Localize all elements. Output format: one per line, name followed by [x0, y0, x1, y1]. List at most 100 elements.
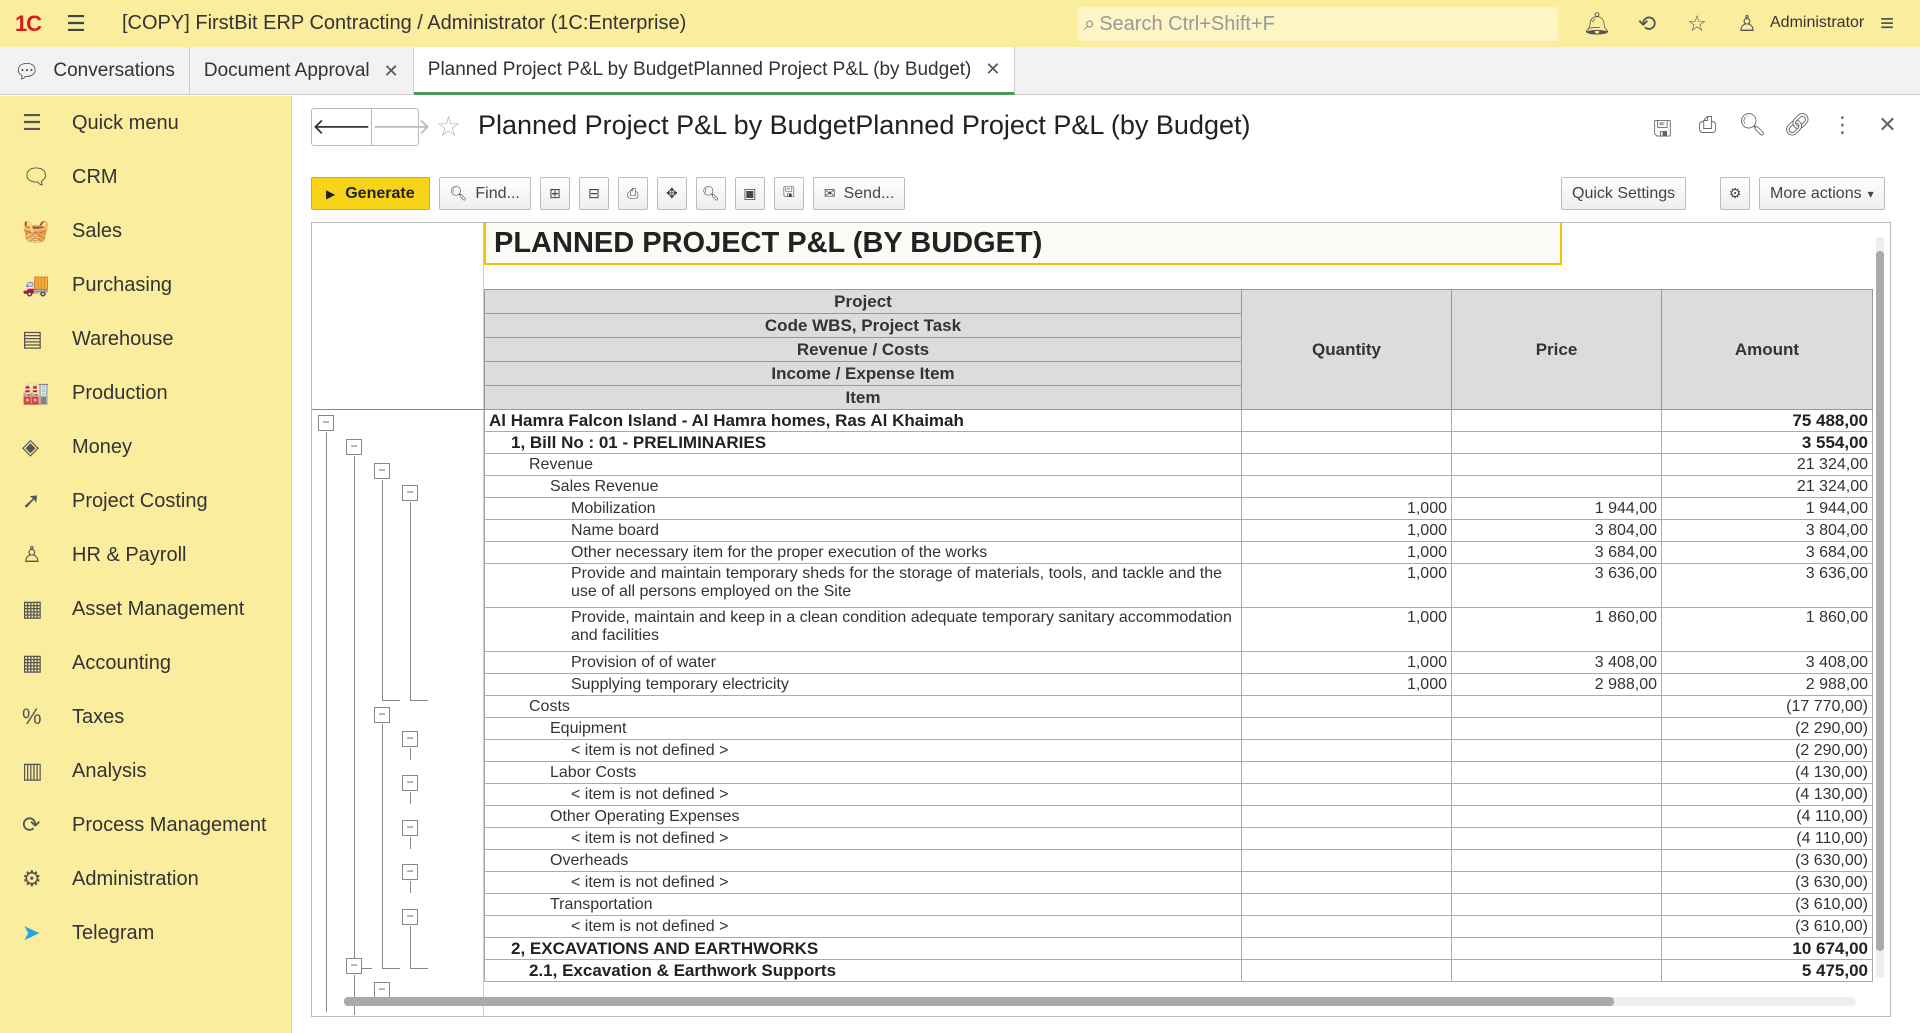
- row-amount-cell[interactable]: (4 110,00): [1661, 827, 1873, 850]
- save-icon[interactable]: 🖫: [1640, 112, 1685, 150]
- row-name-cell[interactable]: 2.1, Excavation & Earthwork Supports: [484, 959, 1242, 982]
- row-quantity-cell[interactable]: [1241, 937, 1452, 960]
- row-name-cell[interactable]: Supplying temporary electricity: [484, 673, 1242, 696]
- table-row[interactable]: Provision of of water 1,000 3 408,00 3 408,…: [484, 651, 1873, 674]
- row-name-cell[interactable]: Transportation: [484, 893, 1242, 916]
- table-row[interactable]: Other necessary item for the proper exec…: [484, 541, 1873, 564]
- row-price-cell[interactable]: [1451, 409, 1662, 432]
- quick-settings-button[interactable]: Quick Settings: [1561, 177, 1687, 210]
- row-price-cell[interactable]: [1451, 453, 1662, 476]
- row-quantity-cell[interactable]: 1,000: [1241, 563, 1452, 608]
- sidebar-item-accounting[interactable]: ▦ Accounting: [0, 636, 291, 690]
- report-title[interactable]: PLANNED PROJECT P&L (BY BUDGET): [484, 223, 1562, 265]
- row-name-cell[interactable]: Sales Revenue: [484, 475, 1242, 498]
- sidebar-item-production[interactable]: 🏭 Production: [0, 366, 291, 420]
- table-row[interactable]: Mobilization 1,000 1 944,00 1 944,00: [484, 497, 1873, 520]
- close-tab-icon[interactable]: ✕: [985, 59, 1000, 80]
- sidebar-item-hr-payroll[interactable]: ♙ HR & Payroll: [0, 528, 291, 582]
- row-amount-cell[interactable]: (4 130,00): [1661, 761, 1873, 784]
- header-price[interactable]: Price: [1451, 289, 1662, 410]
- table-row[interactable]: Sales Revenue 21 324,00: [484, 475, 1873, 498]
- collapse-group-icon[interactable]: −: [402, 820, 418, 836]
- preview-button[interactable]: 🔍︎: [695, 177, 726, 210]
- app-logo[interactable]: 1С: [0, 0, 56, 47]
- sidebar-item-sales[interactable]: 🧺 Sales: [0, 204, 291, 258]
- collapse-group-icon[interactable]: −: [374, 707, 390, 723]
- row-quantity-cell[interactable]: [1241, 893, 1452, 916]
- collapse-group-icon[interactable]: −: [402, 775, 418, 791]
- forward-arrow-icon[interactable]: 🡒: [371, 109, 431, 145]
- row-amount-cell[interactable]: 3 636,00: [1661, 563, 1873, 608]
- find-button[interactable]: 🔍︎ Find...: [438, 177, 531, 210]
- row-quantity-cell[interactable]: 1,000: [1241, 651, 1452, 674]
- row-quantity-cell[interactable]: [1241, 849, 1452, 872]
- move-button[interactable]: ✥: [656, 177, 687, 210]
- tab-conversations[interactable]: 💬︎ Conversations: [0, 47, 190, 95]
- sidebar-item-telegram[interactable]: ➤ Telegram: [0, 906, 291, 960]
- row-quantity-cell[interactable]: [1241, 739, 1452, 762]
- row-price-cell[interactable]: [1451, 783, 1662, 806]
- global-search-input[interactable]: ⌕ Search Ctrl+Shift+F: [1078, 7, 1558, 41]
- row-name-cell[interactable]: Provide, maintain and keep in a clean co…: [484, 607, 1242, 652]
- row-price-cell[interactable]: [1451, 937, 1662, 960]
- row-price-cell[interactable]: 2 988,00: [1451, 673, 1662, 696]
- tab-planned-project-pl[interactable]: Planned Project P&L by BudgetPlanned Pro…: [413, 47, 1016, 95]
- row-price-cell[interactable]: 3 408,00: [1451, 651, 1662, 674]
- row-amount-cell[interactable]: (2 290,00): [1661, 717, 1873, 740]
- row-name-cell[interactable]: Mobilization: [484, 497, 1242, 520]
- row-quantity-cell[interactable]: [1241, 475, 1452, 498]
- row-name-cell[interactable]: < item is not defined >: [484, 915, 1242, 938]
- row-amount-cell[interactable]: (3 610,00): [1661, 915, 1873, 938]
- row-name-cell[interactable]: Labor Costs: [484, 761, 1242, 784]
- collapse-group-icon[interactable]: −: [346, 439, 362, 455]
- row-price-cell[interactable]: [1451, 805, 1662, 828]
- main-menu-icon[interactable]: ☰: [56, 0, 96, 47]
- row-quantity-cell[interactable]: [1241, 783, 1452, 806]
- row-amount-cell[interactable]: 3 554,00: [1661, 431, 1873, 454]
- settings-panel-button[interactable]: ⚙: [1720, 177, 1750, 210]
- row-name-cell[interactable]: < item is not defined >: [484, 827, 1242, 850]
- row-price-cell[interactable]: 1 860,00: [1451, 607, 1662, 652]
- row-amount-cell[interactable]: 3 804,00: [1661, 519, 1873, 542]
- sidebar-item-purchasing[interactable]: 🚚 Purchasing: [0, 258, 291, 312]
- row-amount-cell[interactable]: 3 684,00: [1661, 541, 1873, 564]
- horizontal-scrollbar[interactable]: [344, 997, 1856, 1006]
- row-quantity-cell[interactable]: 1,000: [1241, 673, 1452, 696]
- collapse-group-icon[interactable]: −: [318, 415, 334, 431]
- row-quantity-cell[interactable]: [1241, 959, 1452, 982]
- row-amount-cell[interactable]: (4 130,00): [1661, 783, 1873, 806]
- save-button[interactable]: 🖫: [773, 177, 804, 210]
- vertical-scrollbar[interactable]: [1876, 237, 1884, 977]
- row-price-cell[interactable]: 3 684,00: [1451, 541, 1662, 564]
- row-quantity-cell[interactable]: [1241, 805, 1452, 828]
- table-row[interactable]: Supplying temporary electricity 1,000 2 98…: [484, 673, 1873, 696]
- collapse-group-icon[interactable]: −: [374, 982, 390, 998]
- sidebar-item-taxes[interactable]: % Taxes: [0, 690, 291, 744]
- collapse-groups-button[interactable]: ⊟: [578, 177, 609, 210]
- row-name-cell[interactable]: Name board: [484, 519, 1242, 542]
- row-name-cell[interactable]: Provision of of water: [484, 651, 1242, 674]
- table-row[interactable]: Transportation (3 610,00): [484, 893, 1873, 916]
- header-quantity[interactable]: Quantity: [1241, 289, 1452, 410]
- header-project[interactable]: Project: [484, 289, 1242, 314]
- table-row[interactable]: Equipment (2 290,00): [484, 717, 1873, 740]
- row-price-cell[interactable]: 3 636,00: [1451, 563, 1662, 608]
- row-price-cell[interactable]: [1451, 475, 1662, 498]
- sidebar-item-crm[interactable]: 🗨 CRM: [0, 150, 291, 204]
- sidebar-item-money[interactable]: ◈ Money: [0, 420, 291, 474]
- row-quantity-cell[interactable]: [1241, 431, 1452, 454]
- row-amount-cell[interactable]: (17 770,00): [1661, 695, 1873, 718]
- generate-button[interactable]: ▶ Generate: [311, 177, 430, 210]
- row-quantity-cell[interactable]: 1,000: [1241, 497, 1452, 520]
- table-row[interactable]: < item is not defined > (3 630,00): [484, 871, 1873, 894]
- row-name-cell[interactable]: 1, Bill No : 01 - PRELIMINARIES: [484, 431, 1242, 454]
- add-to-favorites-star-icon[interactable]: ☆: [436, 110, 461, 143]
- table-row[interactable]: Labor Costs (4 130,00): [484, 761, 1873, 784]
- table-row[interactable]: Provide, maintain and keep in a clean co…: [484, 607, 1873, 652]
- sidebar-item-administration[interactable]: ⚙ Administration: [0, 852, 291, 906]
- row-quantity-cell[interactable]: [1241, 761, 1452, 784]
- row-price-cell[interactable]: [1451, 739, 1662, 762]
- row-amount-cell[interactable]: 3 408,00: [1661, 651, 1873, 674]
- send-button[interactable]: ✉ Send...: [812, 177, 906, 210]
- row-name-cell[interactable]: Other necessary item for the proper exec…: [484, 541, 1242, 564]
